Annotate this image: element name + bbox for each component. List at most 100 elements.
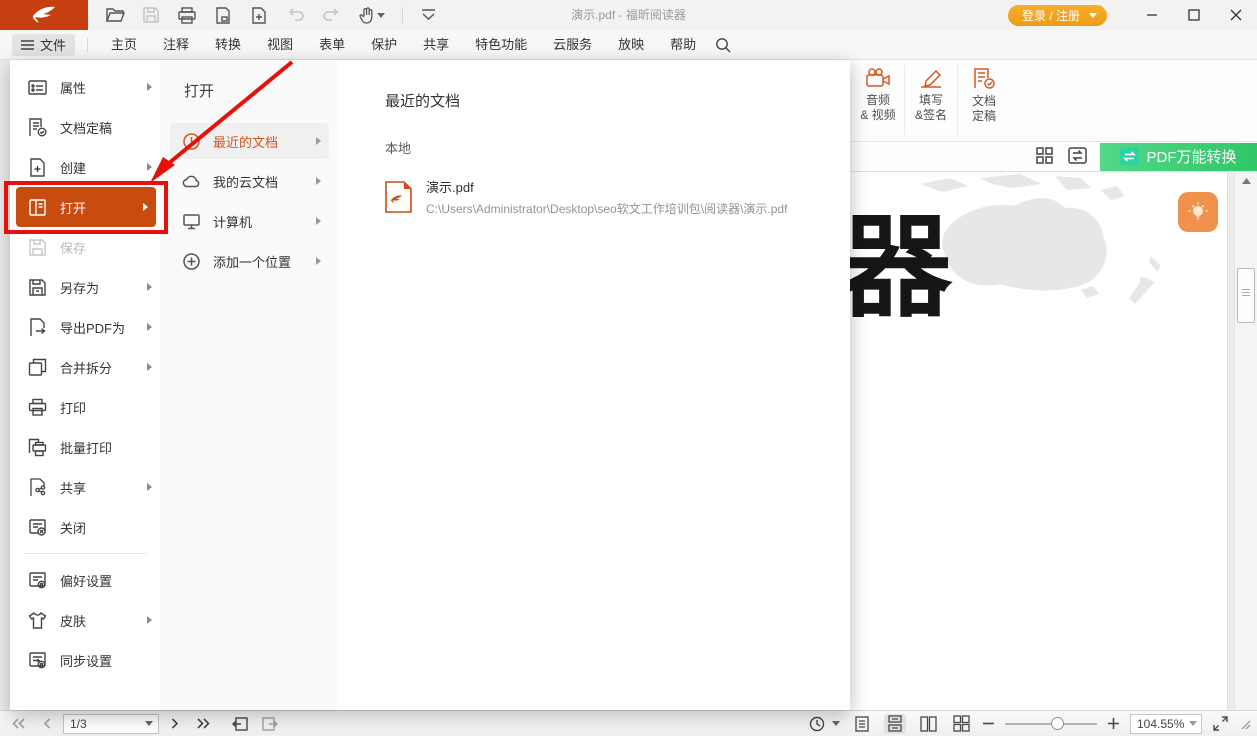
recent-file-item[interactable]: 演示.pdf C:\Users\Administrator\Desktop\se… bbox=[385, 177, 850, 217]
open-folder-icon[interactable] bbox=[104, 4, 126, 26]
document-page: 器 bbox=[850, 172, 1227, 710]
doc-finalize-button[interactable]: 文档定稿 bbox=[958, 60, 1010, 141]
open-item-cloud-docs[interactable]: 我的云文档 bbox=[170, 163, 329, 199]
last-page-icon[interactable] bbox=[197, 718, 210, 729]
file-menu-item-share[interactable]: 共享 bbox=[10, 467, 160, 507]
menu-item-convert[interactable]: 转换 bbox=[202, 30, 254, 60]
submenu-arrow-icon bbox=[147, 483, 152, 491]
sync-settings-icon bbox=[28, 651, 47, 670]
zoom-value-box[interactable]: 104.55% bbox=[1130, 714, 1202, 734]
recent-panel-title: 最近的文档 bbox=[385, 90, 850, 111]
add-place-icon bbox=[182, 252, 201, 271]
menu-item-help[interactable]: 帮助 bbox=[657, 30, 709, 60]
file-menu-item-merge-split[interactable]: 合并拆分 bbox=[10, 347, 160, 387]
menu-divider bbox=[24, 553, 146, 554]
doc-check-icon bbox=[973, 68, 995, 89]
ribbon-toolbar: 音频& 视频 填写&签名 文档定稿 bbox=[850, 60, 1257, 142]
open-panel: 打开 最近的文档 我的云文档 计算机 添加一个位置 bbox=[160, 60, 337, 710]
scroll-up-icon[interactable] bbox=[1235, 172, 1257, 190]
next-view-icon[interactable] bbox=[262, 717, 278, 731]
skin-icon bbox=[28, 611, 47, 630]
panel-divider bbox=[1227, 172, 1228, 710]
new-document-icon[interactable] bbox=[248, 4, 270, 26]
page-indicator-value: 1/3 bbox=[70, 717, 87, 731]
open-item-add-place[interactable]: 添加一个位置 bbox=[170, 243, 329, 279]
pdf-file-icon bbox=[385, 181, 412, 213]
print-icon[interactable] bbox=[176, 4, 198, 26]
scrollbar-thumb[interactable] bbox=[1237, 268, 1255, 323]
open-item-recent[interactable]: 最近的文档 bbox=[170, 123, 329, 159]
recent-documents-panel: 最近的文档 本地 演示.pdf C:\Users\Administrator\D… bbox=[337, 60, 850, 710]
minimize-button[interactable] bbox=[1131, 0, 1173, 30]
document-heading-text: 器 bbox=[850, 212, 952, 324]
file-menu-item-sync-settings[interactable]: 同步设置 bbox=[10, 640, 160, 680]
zoom-out-icon[interactable] bbox=[983, 718, 994, 729]
file-menu-item-save-as[interactable]: 另存为 bbox=[10, 267, 160, 307]
menu-item-slideshow[interactable]: 放映 bbox=[605, 30, 657, 60]
fill-sign-button[interactable]: 填写&签名 bbox=[905, 60, 957, 141]
file-menu-item-open[interactable]: 打开 bbox=[16, 187, 156, 227]
maximize-button[interactable] bbox=[1173, 0, 1215, 30]
zoom-value: 104.55% bbox=[1137, 717, 1184, 731]
file-menu-item-close[interactable]: 关闭 bbox=[10, 507, 160, 547]
facing-page-icon[interactable] bbox=[917, 714, 939, 734]
file-menu-item-export-pdf[interactable]: 导出PDF为 bbox=[10, 307, 160, 347]
audio-video-button[interactable]: 音频& 视频 bbox=[852, 60, 904, 141]
zoom-in-icon[interactable] bbox=[1108, 718, 1119, 729]
zoom-slider[interactable] bbox=[1005, 717, 1097, 731]
page-indicator[interactable]: 1/3 bbox=[63, 714, 159, 734]
file-menu-item-doc-finalize[interactable]: 文档定稿 bbox=[10, 107, 160, 147]
search-icon[interactable] bbox=[715, 37, 731, 53]
menu-item-protect[interactable]: 保护 bbox=[358, 30, 410, 60]
pdf-convert-button[interactable]: PDF万能转换 bbox=[1100, 143, 1257, 171]
menu-item-features[interactable]: 特色功能 bbox=[462, 30, 540, 60]
grid-view-icon[interactable] bbox=[1036, 147, 1056, 167]
save-as-icon bbox=[28, 278, 47, 297]
foxit-logo bbox=[0, 0, 88, 30]
submenu-arrow-icon bbox=[147, 163, 152, 171]
first-page-icon[interactable] bbox=[12, 718, 25, 729]
login-button[interactable]: 登录 / 注册 bbox=[1008, 5, 1107, 26]
print-current-icon[interactable] bbox=[212, 4, 234, 26]
file-menu-item-print[interactable]: 打印 bbox=[10, 387, 160, 427]
file-menu-item-save: 保存 bbox=[10, 227, 160, 267]
file-menu-item-skin[interactable]: 皮肤 bbox=[10, 600, 160, 640]
menu-item-form[interactable]: 表单 bbox=[306, 30, 358, 60]
submenu-arrow-icon bbox=[316, 177, 321, 185]
lightbulb-icon[interactable] bbox=[1178, 192, 1218, 232]
swap-pages-icon[interactable] bbox=[1068, 147, 1088, 167]
recent-section-label: 本地 bbox=[385, 138, 850, 157]
file-menu-item-batch-print[interactable]: 批量打印 bbox=[10, 427, 160, 467]
facing-continuous-icon[interactable] bbox=[950, 714, 972, 734]
menu-item-view[interactable]: 视图 bbox=[254, 30, 306, 60]
menu-item-home[interactable]: 主页 bbox=[98, 30, 150, 60]
prev-view-icon[interactable] bbox=[232, 717, 248, 731]
rotate-view-icon[interactable] bbox=[809, 716, 840, 732]
submenu-arrow-icon bbox=[316, 257, 321, 265]
open-item-computer[interactable]: 计算机 bbox=[170, 203, 329, 239]
menu-file-label: 文件 bbox=[40, 35, 66, 54]
prev-page-icon[interactable] bbox=[43, 718, 51, 729]
resize-grip-icon[interactable] bbox=[1239, 718, 1251, 730]
open-icon bbox=[28, 198, 47, 217]
zoom-slider-handle[interactable] bbox=[1051, 717, 1064, 730]
zoom-caret-icon bbox=[1189, 721, 1197, 726]
close-button[interactable] bbox=[1215, 0, 1257, 30]
menu-item-share[interactable]: 共享 bbox=[410, 30, 462, 60]
menu-item-cloud[interactable]: 云服务 bbox=[540, 30, 605, 60]
file-menu-item-properties[interactable]: 属性 bbox=[10, 67, 160, 107]
recent-file-path: C:\Users\Administrator\Desktop\seo软文工作培训… bbox=[426, 200, 787, 217]
hamburger-icon bbox=[21, 40, 34, 50]
file-menu-item-preferences[interactable]: 偏好设置 bbox=[10, 560, 160, 600]
single-page-icon[interactable] bbox=[851, 714, 873, 734]
file-menu-sidebar: 属性 文档定稿 创建 打开 保存 另存为 导出PDF为 合并拆分 bbox=[10, 60, 160, 710]
menu-file-button[interactable]: 文件 bbox=[12, 34, 75, 56]
submenu-arrow-icon bbox=[147, 323, 152, 331]
print-icon bbox=[28, 398, 47, 417]
next-page-icon[interactable] bbox=[171, 718, 179, 729]
fullscreen-icon[interactable] bbox=[1213, 716, 1228, 731]
file-menu-item-create[interactable]: 创建 bbox=[10, 147, 160, 187]
continuous-page-icon[interactable] bbox=[884, 714, 906, 734]
menu-item-comment[interactable]: 注释 bbox=[150, 30, 202, 60]
vertical-scrollbar[interactable] bbox=[1234, 172, 1257, 710]
